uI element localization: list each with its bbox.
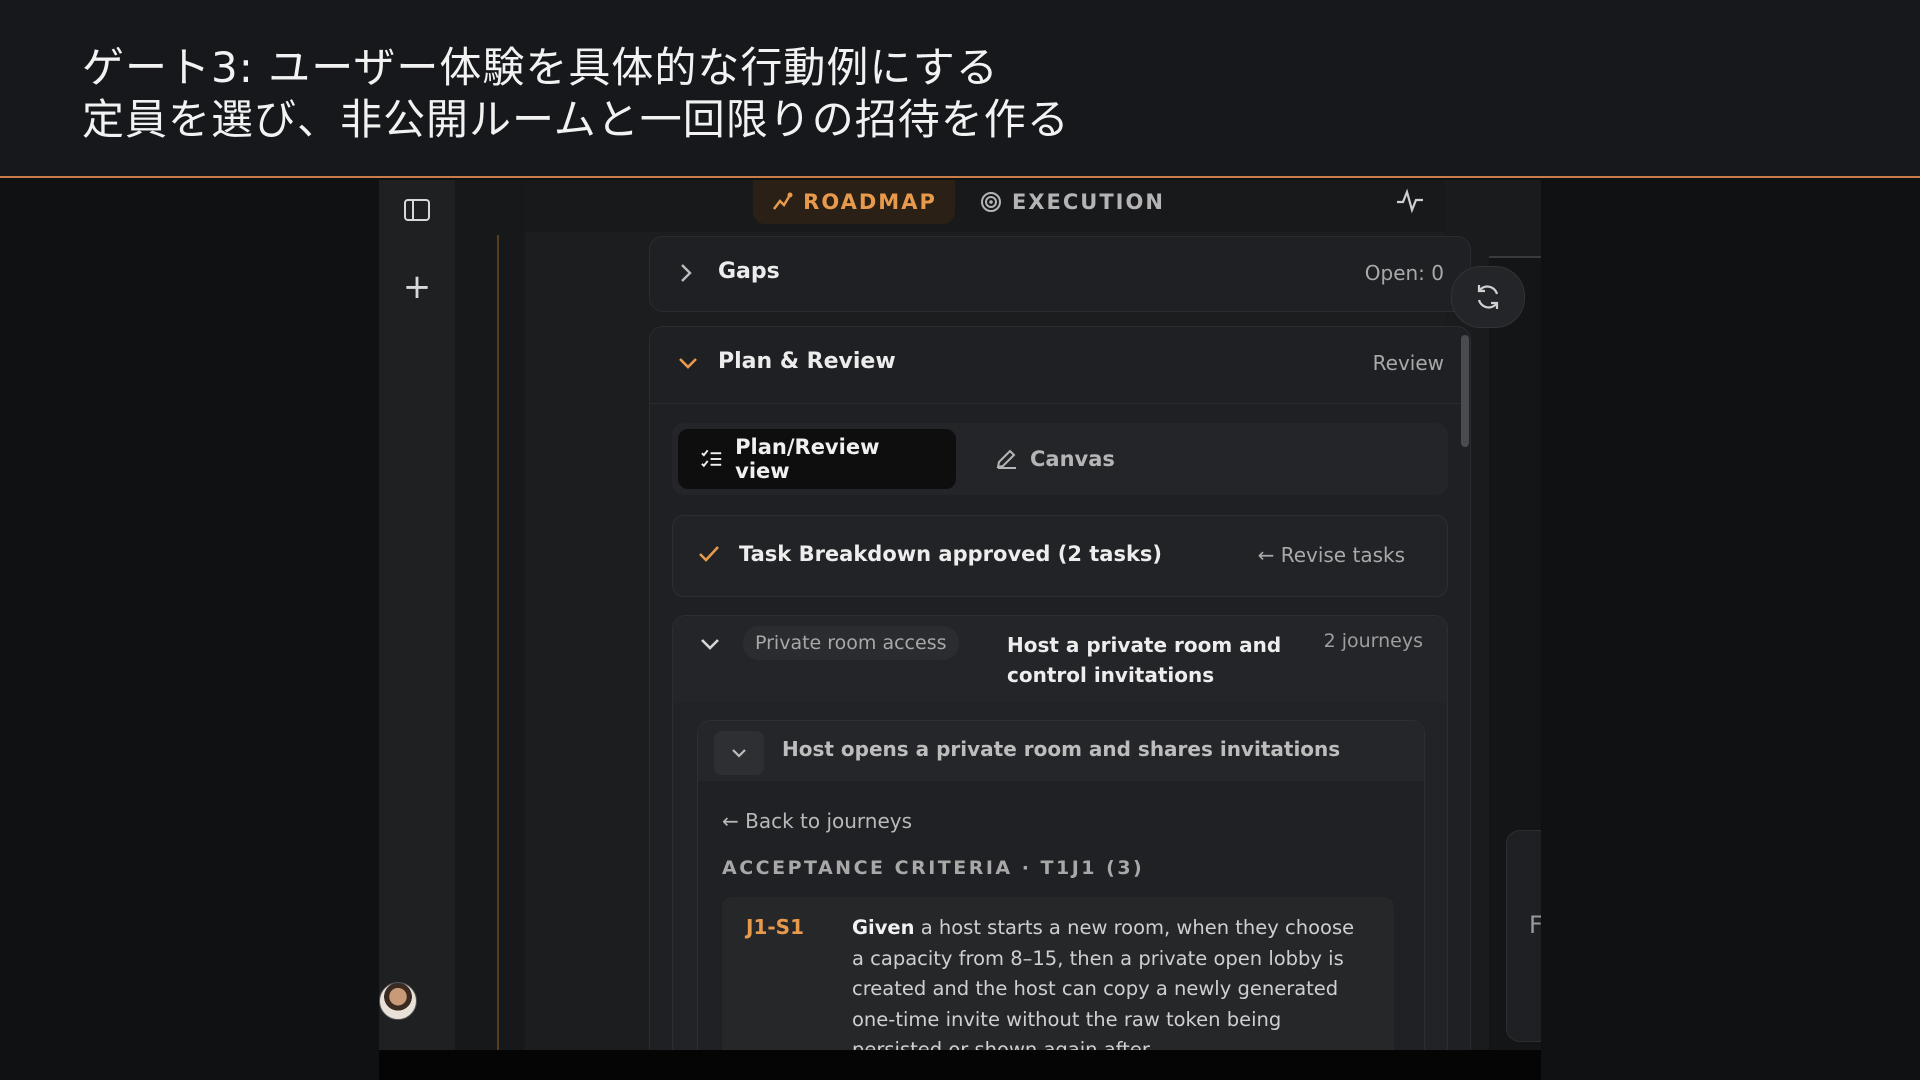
top-nav: ROADMAP EXECUTION [525, 180, 1445, 232]
checklist-icon [701, 449, 722, 468]
left-gutter [455, 180, 525, 1050]
gaps-title: Gaps [718, 259, 780, 284]
journey-title: Host opens a private room and shares inv… [782, 737, 1341, 761]
right-panel-header [1489, 180, 1541, 258]
new-item-plus-icon[interactable]: + [379, 270, 455, 304]
plan-review-header[interactable]: Plan & Review Review [650, 327, 1470, 404]
task-breakdown-approved: Task Breakdown approved (2 tasks) ← Revi… [672, 515, 1448, 597]
target-icon [981, 192, 1001, 212]
criterion-body: a host starts a new room, when they choo… [852, 916, 1355, 1050]
feature-title: Host a private room and control invitati… [1007, 633, 1282, 687]
refresh-icon [1477, 285, 1499, 309]
tab-roadmap-label: ROADMAP [803, 190, 937, 214]
chevron-down-icon [732, 749, 746, 758]
feature-tag-pill: Private room access [743, 626, 959, 660]
journey-card: Host opens a private room and shares inv… [697, 720, 1425, 1050]
right-side-card[interactable]: F [1506, 830, 1541, 1042]
journey-collapse-button[interactable] [714, 731, 764, 775]
main-scrollbar[interactable] [1461, 335, 1469, 447]
pencil-icon [996, 449, 1016, 469]
app-window: + ROADMAP EXECUTION Gaps Open: 0 Plan & … [379, 180, 1541, 1050]
tab-execution-label: EXECUTION [1012, 190, 1165, 214]
chevron-right-icon [681, 264, 692, 282]
plan-review-view-button[interactable]: Plan/Review view [678, 429, 956, 489]
view-toggle: Plan/Review view Canvas [672, 423, 1448, 495]
tab-execution[interactable]: EXECUTION [980, 180, 1165, 224]
plan-review-status: Review [1372, 351, 1444, 375]
gutter-accent-line [497, 235, 499, 1050]
avatar[interactable] [379, 982, 417, 1020]
canvas-button[interactable]: Canvas [972, 429, 1137, 489]
slide-banner: ゲート3: ユーザー体験を具体的な行動例にする 定員を選び、非公開ルームと一回限… [0, 0, 1920, 178]
criterion-text: Given a host starts a new room, when the… [852, 913, 1372, 1050]
refresh-button[interactable] [1451, 266, 1525, 328]
revise-tasks-link[interactable]: ← Revise tasks [1258, 543, 1405, 567]
chevron-down-icon [701, 639, 719, 650]
approved-text: Task Breakdown approved (2 tasks) [739, 542, 1163, 566]
bottom-bar [379, 1050, 1541, 1080]
main-panel: ROADMAP EXECUTION Gaps Open: 0 Plan & Re… [525, 180, 1471, 1050]
plan-review-view-label: Plan/Review view [735, 435, 880, 483]
sidebar-toggle-icon[interactable] [379, 198, 455, 226]
roadmap-icon [773, 192, 793, 210]
right-card-text: F [1529, 911, 1541, 939]
gaps-status: Open: 0 [1364, 261, 1444, 285]
feature-card: Private room access Host a private room … [672, 615, 1448, 1050]
gaps-section[interactable]: Gaps Open: 0 [649, 236, 1471, 312]
back-to-journeys-link[interactable]: ← Back to journeys [722, 809, 912, 833]
acceptance-criteria-heading: ACCEPTANCE CRITERIA · T1J1 (3) [722, 857, 1145, 879]
pulse-icon[interactable] [1395, 186, 1425, 216]
tab-roadmap[interactable]: ROADMAP [753, 180, 955, 224]
plan-review-title: Plan & Review [718, 349, 896, 374]
chevron-down-icon [679, 358, 697, 369]
banner-title-line-2: 定員を選び、非公開ルームと一回限りの招待を作る [82, 95, 1070, 144]
journey-header[interactable]: Host opens a private room and shares inv… [698, 721, 1424, 781]
canvas-label: Canvas [1030, 447, 1115, 471]
criterion-lead: Given [852, 916, 915, 939]
criterion-id: J1-S1 [746, 915, 804, 939]
sidebar-rail: + [379, 180, 456, 1050]
criterion-item: J1-S1 Given a host starts a new room, wh… [722, 897, 1394, 1050]
plan-review-section: Plan & Review Review Plan/Review view Ca… [649, 326, 1471, 1050]
journey-count: 2 journeys [1323, 630, 1423, 652]
checkmark-icon [699, 546, 719, 562]
feature-header[interactable]: Private room access Host a private room … [673, 616, 1447, 702]
